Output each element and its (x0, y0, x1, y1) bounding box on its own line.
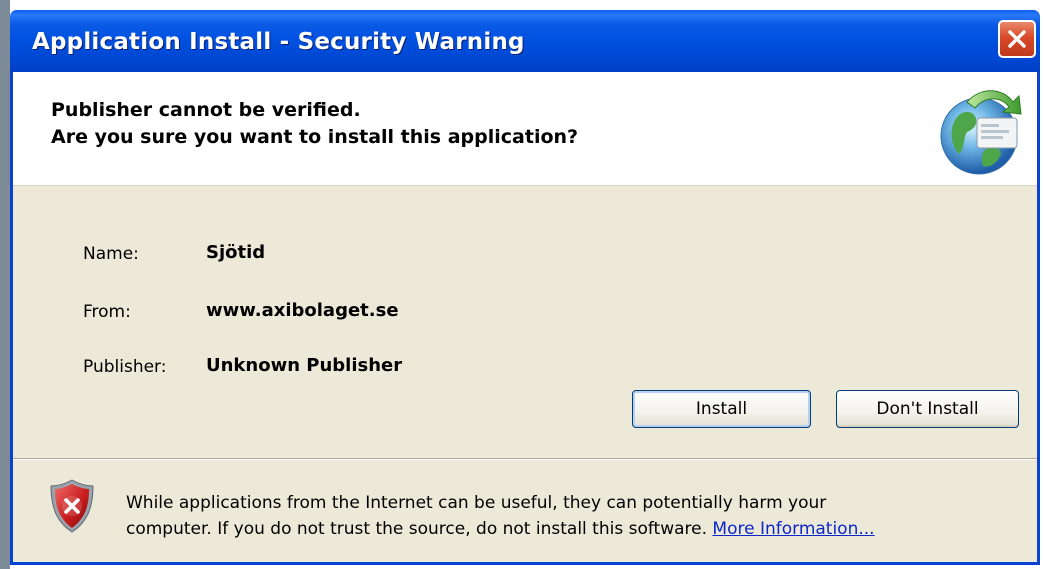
from-value: www.axibolaget.se (206, 300, 399, 321)
desktop-edge (0, 0, 10, 569)
publisher-value: Unknown Publisher (206, 355, 403, 376)
warning-text-line-1: While applications from the Internet can… (126, 493, 827, 513)
publisher-label: Publisher: (83, 357, 167, 377)
warning-text-line-2: computer. If you do not trust the source… (126, 519, 875, 539)
more-information-link[interactable]: More Information... (712, 519, 874, 539)
globe-install-icon (940, 90, 1022, 175)
dialog-header: Publisher cannot be verified. Are you su… (13, 72, 1037, 186)
install-button[interactable]: Install (632, 390, 811, 428)
header-warning-line-1: Publisher cannot be verified. (51, 99, 361, 121)
dont-install-button[interactable]: Don't Install (836, 390, 1019, 428)
shield-x-icon (50, 479, 94, 533)
header-warning-line-2: Are you sure you want to install this ap… (51, 126, 579, 148)
close-button[interactable] (998, 20, 1036, 58)
name-value: Sjötid (206, 242, 266, 263)
close-x-icon (1008, 30, 1026, 48)
name-label: Name: (83, 244, 139, 264)
warning-text-line-2-body: computer. If you do not trust the source… (126, 519, 707, 539)
security-warning-dialog: Application Install - Security Warning P… (10, 10, 1040, 565)
window-title: Application Install - Security Warning (32, 29, 525, 55)
divider-highlight (13, 459, 1037, 460)
title-bar[interactable]: Application Install - Security Warning (10, 10, 1040, 72)
dialog-body: Publisher cannot be verified. Are you su… (13, 72, 1037, 562)
from-label: From: (83, 302, 131, 322)
